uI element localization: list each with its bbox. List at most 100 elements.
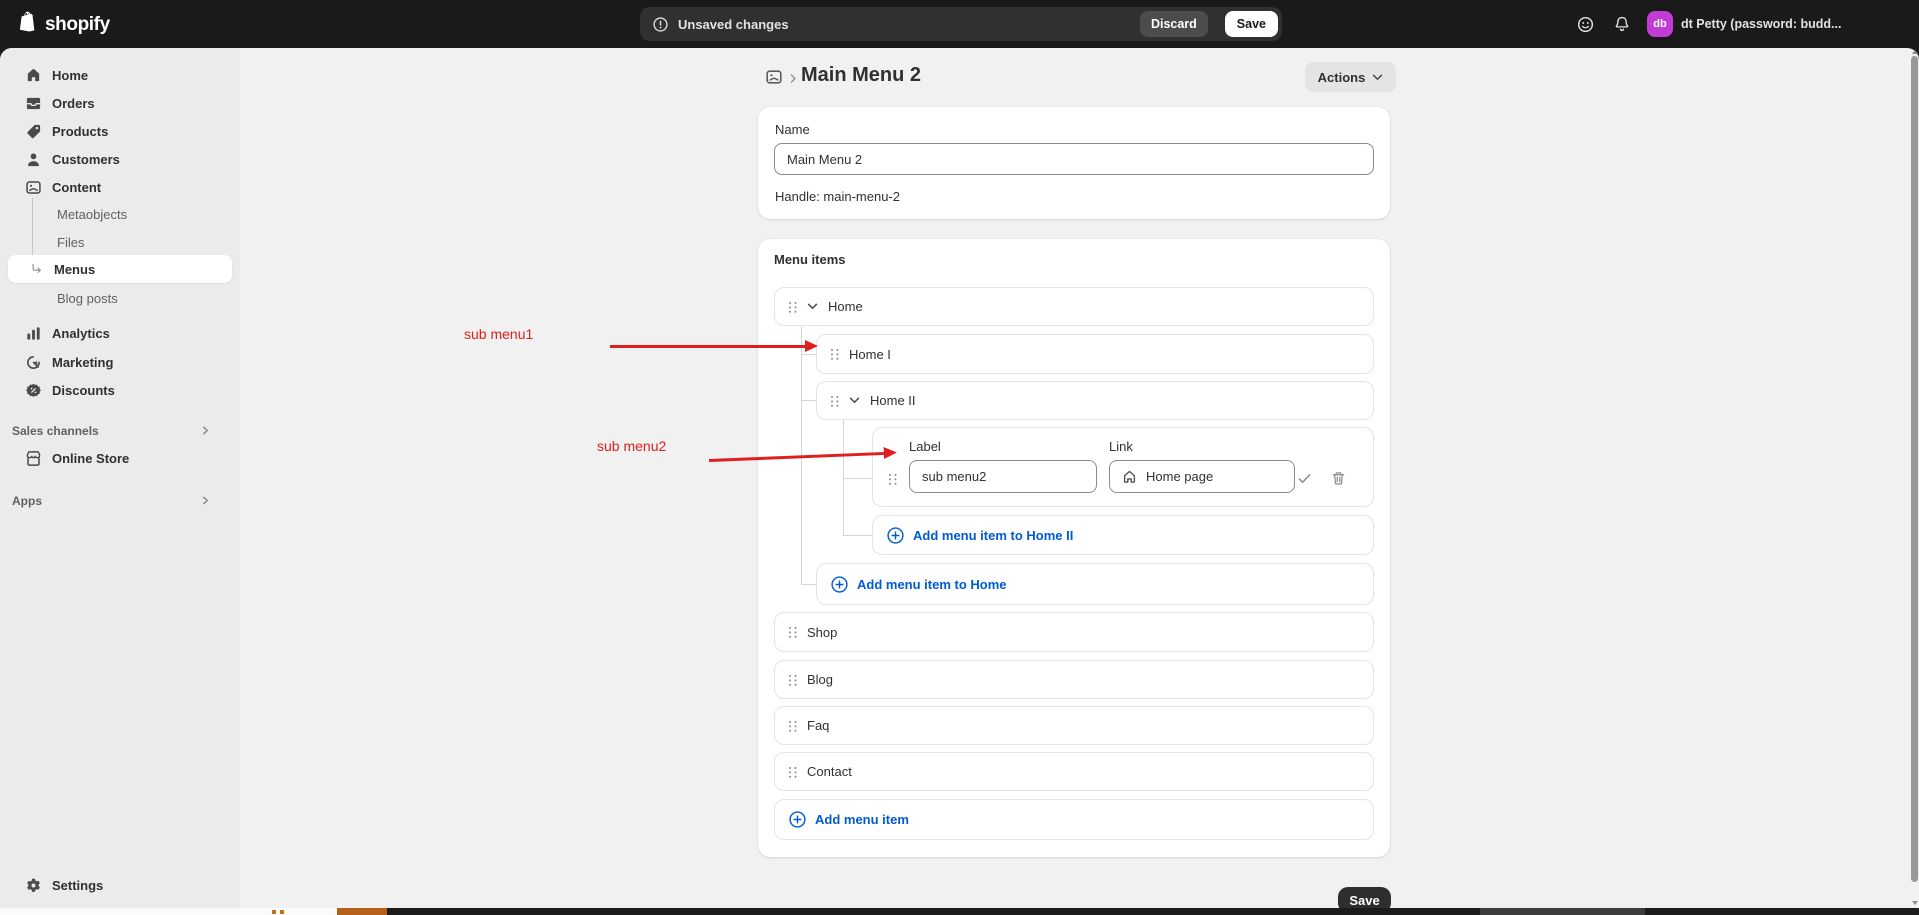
menu-items-title: Menu items <box>774 252 846 267</box>
products-icon <box>24 122 42 140</box>
menu-item-label: Faq <box>807 718 829 733</box>
chevron-down-icon[interactable] <box>849 397 860 404</box>
delete-button[interactable] <box>1328 468 1348 488</box>
unsaved-changes-label: Unsaved changes <box>678 17 789 32</box>
sidebar-item-label: Files <box>57 235 84 250</box>
sidebar-item-metaobjects[interactable]: Metaobjects <box>8 200 232 228</box>
confirm-button[interactable] <box>1294 468 1314 488</box>
sidebar-item-label: Blog posts <box>57 291 118 306</box>
sidebar-item-label: Home <box>52 68 88 83</box>
sidebar-item-blog-posts[interactable]: Blog posts <box>8 284 232 312</box>
sidebar-item-content[interactable]: Content <box>8 173 232 201</box>
menu-item-label: Blog <box>807 672 833 687</box>
drag-handle-icon[interactable] <box>789 720 797 732</box>
drag-handle-icon[interactable] <box>831 395 839 407</box>
link-field[interactable]: Home page <box>1109 460 1295 493</box>
sidebar-item-label: Metaobjects <box>57 207 127 222</box>
annotation-sub-menu2: sub menu2 <box>597 438 666 454</box>
menu-item-row-faq[interactable]: Faq <box>774 706 1374 745</box>
chevron-right-icon <box>201 494 210 508</box>
sales-channels-label: Sales channels <box>12 424 99 438</box>
alert-circle-icon <box>652 16 669 33</box>
sidebar-item-online-store[interactable]: Online Store <box>8 444 232 472</box>
save-button-top[interactable]: Save <box>1225 11 1278 37</box>
link-field-heading: Link <box>1109 439 1133 454</box>
notifications-button[interactable] <box>1608 10 1636 38</box>
menu-item-row-shop[interactable]: Shop <box>774 612 1374 652</box>
sidebar-item-label: Orders <box>52 96 95 111</box>
drag-handle-icon[interactable] <box>789 626 797 638</box>
menu-item-row-blog[interactable]: Blog <box>774 660 1374 699</box>
chevron-right-icon <box>201 424 210 438</box>
sidebar-item-orders[interactable]: Orders <box>8 89 232 117</box>
add-button-label: Add menu item <box>815 812 909 827</box>
taskbar-edge-segment <box>1480 908 1645 915</box>
scrollbar-up-arrow[interactable] <box>1912 50 1918 54</box>
discounts-icon <box>24 381 42 399</box>
discard-button[interactable]: Discard <box>1140 11 1208 37</box>
chevron-down-icon[interactable] <box>807 303 818 310</box>
home-link-icon <box>1122 469 1137 484</box>
avatar[interactable]: db <box>1647 11 1673 37</box>
add-menu-item-to-home-ii-button[interactable]: Add menu item to Home II <box>872 515 1374 555</box>
breadcrumb-separator-icon <box>789 71 797 89</box>
sidebar-item-label: Customers <box>52 152 120 167</box>
taskbar-edge-dot <box>280 910 284 914</box>
drag-handle-icon[interactable] <box>831 348 839 360</box>
annotation-arrow-1 <box>610 345 806 348</box>
menu-item-label: Home II <box>870 393 916 408</box>
sidebar-item-settings[interactable]: Settings <box>8 871 232 899</box>
sidebar-item-files[interactable]: Files <box>8 228 232 256</box>
shopify-logo[interactable]: shopify <box>19 11 110 38</box>
sidebar-item-label: Marketing <box>52 355 113 370</box>
taskbar-edge-segment <box>0 908 337 915</box>
customers-icon <box>24 150 42 168</box>
menu-item-row-home[interactable]: Home <box>774 287 1374 326</box>
bell-icon <box>1613 15 1631 33</box>
menu-item-row-contact[interactable]: Contact <box>774 752 1374 791</box>
tree-connector <box>843 478 872 479</box>
sidebar-item-home[interactable]: Home <box>8 61 232 89</box>
menu-item-edit-form: Label Link Home page <box>872 427 1374 507</box>
annotation-sub-menu1: sub menu1 <box>464 326 533 342</box>
add-menu-item-to-home-button[interactable]: Add menu item to Home <box>816 563 1374 605</box>
tree-connector <box>801 400 816 401</box>
user-name[interactable]: dt Petty (password: budd... <box>1681 17 1841 31</box>
menu-item-row-home-i[interactable]: Home I <box>816 334 1374 374</box>
apps-label: Apps <box>12 494 42 508</box>
menu-item-row-home-ii[interactable]: Home II <box>816 381 1374 420</box>
sidebar: Home Orders Products Customers Content M… <box>0 48 240 915</box>
content-breadcrumb-icon[interactable] <box>765 68 783 91</box>
app-frame: Home Orders Products Customers Content M… <box>0 48 1919 915</box>
drag-handle-icon[interactable] <box>789 674 797 686</box>
drag-handle-icon[interactable] <box>789 301 797 313</box>
menu-item-label: Home I <box>849 347 891 362</box>
menu-item-label-input[interactable] <box>909 460 1097 493</box>
sidebar-item-customers[interactable]: Customers <box>8 145 232 173</box>
taskbar-edge-dot <box>272 910 276 914</box>
menu-name-input[interactable] <box>774 143 1374 175</box>
page-title: Main Menu 2 <box>801 64 921 87</box>
sidebar-item-label: Products <box>52 124 108 139</box>
sidebar-item-label: Settings <box>52 878 103 893</box>
drag-handle-icon[interactable] <box>889 473 897 485</box>
content-icon <box>24 178 42 196</box>
sales-channels-header[interactable]: Sales channels <box>12 417 228 445</box>
sidebar-item-analytics[interactable]: Analytics <box>8 319 232 347</box>
sidebar-item-products[interactable]: Products <box>8 117 232 145</box>
chat-icon <box>1576 15 1595 34</box>
sidebar-item-marketing[interactable]: Marketing <box>8 348 232 376</box>
sidebar-item-label: Menus <box>54 262 95 277</box>
unsaved-changes-bar: Unsaved changes Discard Save <box>640 7 1282 41</box>
plus-circle-icon <box>886 526 905 545</box>
scrollbar-thumb[interactable] <box>1911 56 1918 882</box>
apps-header[interactable]: Apps <box>12 487 228 515</box>
menu-item-label: Contact <box>807 764 852 779</box>
scrollbar-down-arrow[interactable] <box>1912 901 1918 905</box>
add-menu-item-button[interactable]: Add menu item <box>774 799 1374 840</box>
drag-handle-icon[interactable] <box>789 766 797 778</box>
sidebar-item-discounts[interactable]: Discounts <box>8 376 232 404</box>
actions-button[interactable]: Actions <box>1305 62 1396 92</box>
sidebar-item-menus-selected[interactable]: Menus <box>8 255 232 283</box>
inbox-chat-button[interactable] <box>1571 10 1599 38</box>
